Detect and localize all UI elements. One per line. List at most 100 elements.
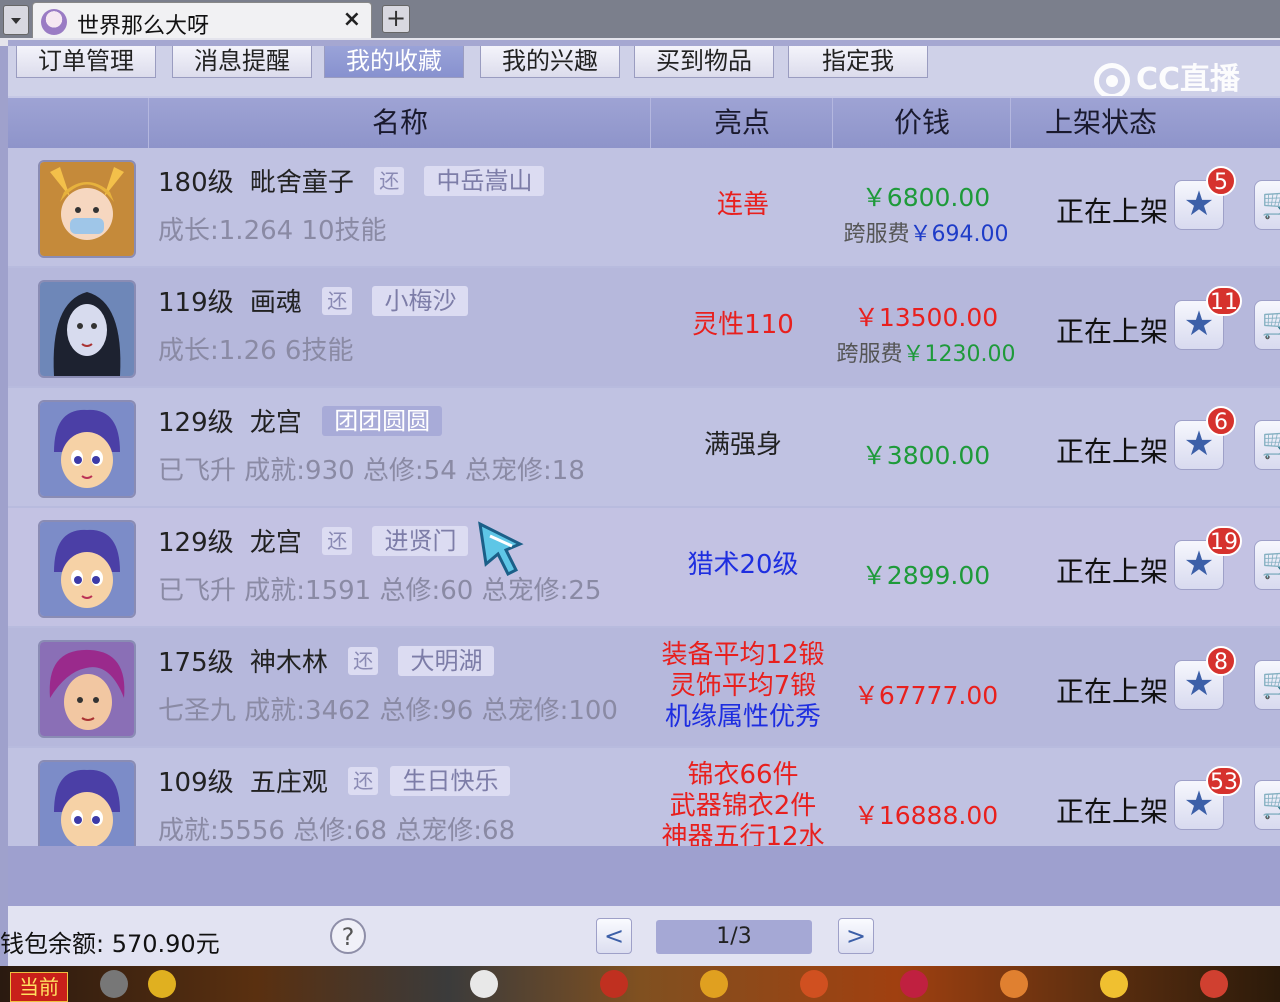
role-title: 109级 五庄观 还 生日快乐	[158, 762, 511, 799]
help-button[interactable]: ?	[330, 918, 366, 954]
tab-title: 世界那么大呀	[77, 14, 210, 39]
avatar[interactable]	[38, 760, 136, 846]
voice-icon[interactable]	[100, 970, 128, 998]
table-row[interactable]: 180级 毗舍童子 还 中岳嵩山 成长:1.264 10技能 连善 ￥6800.…	[8, 148, 1280, 268]
avatar-wuzhuangguan-icon	[40, 762, 134, 846]
avatar[interactable]	[38, 520, 136, 618]
highlight-cell: 锦衣66件 武器锦衣2件 神器五行12水	[648, 760, 838, 846]
highlight-cell: 猎术20级	[648, 550, 838, 581]
highlight-line: 连善	[716, 190, 769, 220]
favorites-panel: 订单管理 消息提醒 我的收藏 我的兴趣 买到物品 指定我 CC直播 名称 亮点 …	[0, 40, 1280, 966]
role-title: 129级 龙宫 还 进贤门	[158, 522, 469, 559]
cart-button[interactable]: 🛒	[1254, 300, 1280, 350]
game-shortcut-icon[interactable]	[470, 970, 498, 998]
cart-button[interactable]: 🛒	[1254, 420, 1280, 470]
avatar-huahun-icon	[40, 282, 134, 376]
role-level: 175级	[158, 648, 234, 678]
table-row[interactable]: 129级 龙宫 还 进贤门 已飞升 成就:1591 总修:60 总宠修:25 猎…	[8, 508, 1280, 628]
menu-designated[interactable]: 指定我	[788, 46, 928, 78]
avatar-shenmulin-icon	[40, 642, 134, 736]
role-detail: 成就:5556 总修:68 总宠修:68	[158, 816, 516, 846]
game-shortcut-icon[interactable]	[700, 970, 728, 998]
list-bottom-spacer	[8, 846, 1280, 906]
highlight-cell: 满强身	[648, 430, 838, 461]
menu-favorites[interactable]: 我的收藏	[324, 46, 464, 78]
price-cell: ￥6800.00 跨服费￥694.00	[830, 178, 1022, 248]
prev-page-button[interactable]: <	[596, 918, 632, 954]
server-tag: 中岳嵩山	[424, 165, 545, 196]
cart-button[interactable]: 🛒	[1254, 540, 1280, 590]
tab-list-dropdown[interactable]	[3, 5, 29, 35]
highlight-cell: 装备平均12锻 灵饰平均7锻 机缘属性优秀	[648, 640, 838, 733]
table-row[interactable]: 119级 画魂 还 小梅沙 成长:1.26 6技能 灵性110 ￥13500.0…	[8, 268, 1280, 388]
price: ￥67777.00	[853, 681, 999, 710]
role-title: 175级 神木林 还 大明湖	[158, 642, 495, 679]
cart-button[interactable]: 🛒	[1254, 780, 1280, 830]
cart-button[interactable]: 🛒	[1254, 180, 1280, 230]
price-cell: ￥16888.00	[830, 796, 1022, 832]
chevron-right-icon: >	[845, 922, 867, 950]
header-name: 名称	[148, 98, 651, 148]
price-cell: ￥3800.00	[830, 436, 1022, 472]
current-channel-button[interactable]: 当前	[10, 972, 68, 1002]
cart-icon: 🛒	[1261, 186, 1280, 221]
menu-interests[interactable]: 我的兴趣	[480, 46, 620, 78]
role-detail: 成长:1.264 10技能	[158, 216, 387, 246]
cross-server-fee: 跨服费￥1230.00	[830, 336, 1022, 368]
tab-close-icon[interactable]: ×	[343, 7, 361, 32]
role-detail: 七圣九 成就:3462 总修:96 总宠修:100	[158, 696, 618, 726]
table-row[interactable]: 129级 龙宫 团团圆圆 已飞升 成就:930 总修:54 总宠修:18 满强身…	[8, 388, 1280, 508]
cart-button[interactable]: 🛒	[1254, 660, 1280, 710]
game-shortcut-icon[interactable]	[600, 970, 628, 998]
avatar[interactable]	[38, 640, 136, 738]
header-highlight: 亮点	[650, 98, 833, 148]
menu-purchased[interactable]: 买到物品	[634, 46, 774, 78]
table-row[interactable]: 109级 五庄观 还 生日快乐 成就:5556 总修:68 总宠修:68 锦衣6…	[8, 748, 1280, 846]
chevron-left-icon: <	[603, 922, 625, 950]
header-status: 上架状态	[1010, 98, 1191, 148]
menu-messages[interactable]: 消息提醒	[172, 46, 312, 78]
fee-label: 跨服费	[836, 342, 903, 367]
favorite-count-badge: 19	[1206, 526, 1242, 556]
avatar[interactable]	[38, 160, 136, 258]
price-cell: ￥67777.00	[830, 676, 1022, 712]
avatar-longgong-icon	[40, 522, 134, 616]
question-icon: ?	[341, 923, 355, 951]
fee-label: 跨服费	[843, 222, 910, 247]
role-school: 画魂	[249, 288, 302, 318]
table-row[interactable]: 175级 神木林 还 大明湖 七圣九 成就:3462 总修:96 总宠修:100…	[8, 628, 1280, 748]
highlight-cell: 灵性110	[648, 310, 838, 341]
cart-icon: 🛒	[1261, 786, 1280, 821]
watermark-text: CC直播	[1135, 62, 1240, 97]
game-shortcut-icon[interactable]	[1000, 970, 1028, 998]
role-title: 180级 毗舍童子 还 中岳嵩山	[158, 162, 545, 199]
price: ￥2899.00	[861, 561, 991, 590]
cc-logo-icon	[1093, 62, 1130, 99]
footer-bar: 钱包余额: 570.90元 ? < 1/3 >	[0, 906, 1280, 966]
page-indicator: 1/3	[656, 920, 812, 954]
role-school: 毗舍童子	[249, 168, 354, 198]
wallet-balance: 钱包余额: 570.90元	[0, 930, 220, 958]
new-tab-button[interactable]: +	[382, 5, 410, 33]
favorites-list: 180级 毗舍童子 还 中岳嵩山 成长:1.264 10技能 连善 ￥6800.…	[8, 148, 1280, 846]
table-header: 名称 亮点 价钱 上架状态	[8, 96, 1280, 148]
role-level: 180级	[158, 168, 234, 198]
fee-value: ￥694.00	[909, 222, 1009, 247]
next-page-button[interactable]: >	[838, 918, 874, 954]
game-shortcut-icon[interactable]	[1100, 970, 1128, 998]
favorite-count-badge: 8	[1206, 646, 1236, 676]
avatar[interactable]	[38, 280, 136, 378]
cross-server-fee: 跨服费￥694.00	[830, 216, 1022, 248]
game-shortcut-icon[interactable]	[1200, 970, 1228, 998]
game-shortcut-icon[interactable]	[900, 970, 928, 998]
menu-orders[interactable]: 订单管理	[16, 46, 156, 78]
emoji-icon[interactable]	[148, 970, 176, 998]
price: ￥13500.00	[853, 303, 999, 332]
avatar[interactable]	[38, 400, 136, 498]
returnable-tag: 还	[348, 646, 379, 675]
avatar-longgong-icon	[40, 402, 134, 496]
browser-tab[interactable]: 世界那么大呀 ×	[32, 2, 372, 39]
game-shortcut-icon[interactable]	[800, 970, 828, 998]
cart-icon: 🛒	[1261, 426, 1280, 461]
cart-icon: 🛒	[1261, 666, 1280, 701]
